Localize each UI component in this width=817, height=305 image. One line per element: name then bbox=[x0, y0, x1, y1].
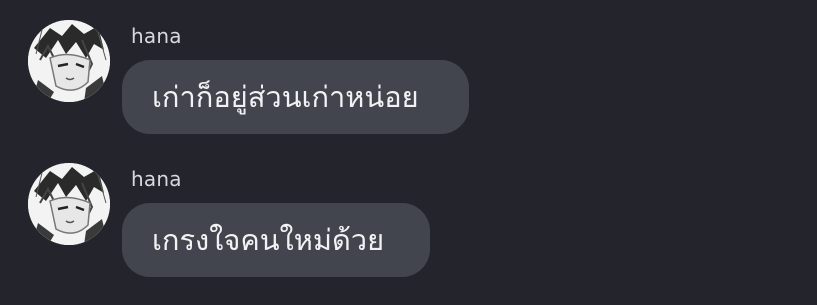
message-text: เก่าก็อยู่ส่วนเก่าหน่อย bbox=[152, 80, 419, 114]
manga-portrait-icon bbox=[28, 163, 110, 245]
manga-portrait-icon bbox=[28, 20, 110, 102]
user-avatar[interactable] bbox=[28, 20, 110, 102]
message-username[interactable]: hana bbox=[131, 24, 182, 48]
chat-view: hana เก่าก็อยู่ส่วนเก่าหน่อย hana เกรงใจ… bbox=[0, 0, 817, 305]
message-username[interactable]: hana bbox=[131, 167, 182, 191]
message-text: เกรงใจคนใหม่ด้วย bbox=[152, 223, 385, 257]
message-bubble[interactable]: เก่าก็อยู่ส่วนเก่าหน่อย bbox=[122, 60, 469, 134]
user-avatar[interactable] bbox=[28, 163, 110, 245]
message-bubble[interactable]: เกรงใจคนใหม่ด้วย bbox=[122, 203, 430, 277]
